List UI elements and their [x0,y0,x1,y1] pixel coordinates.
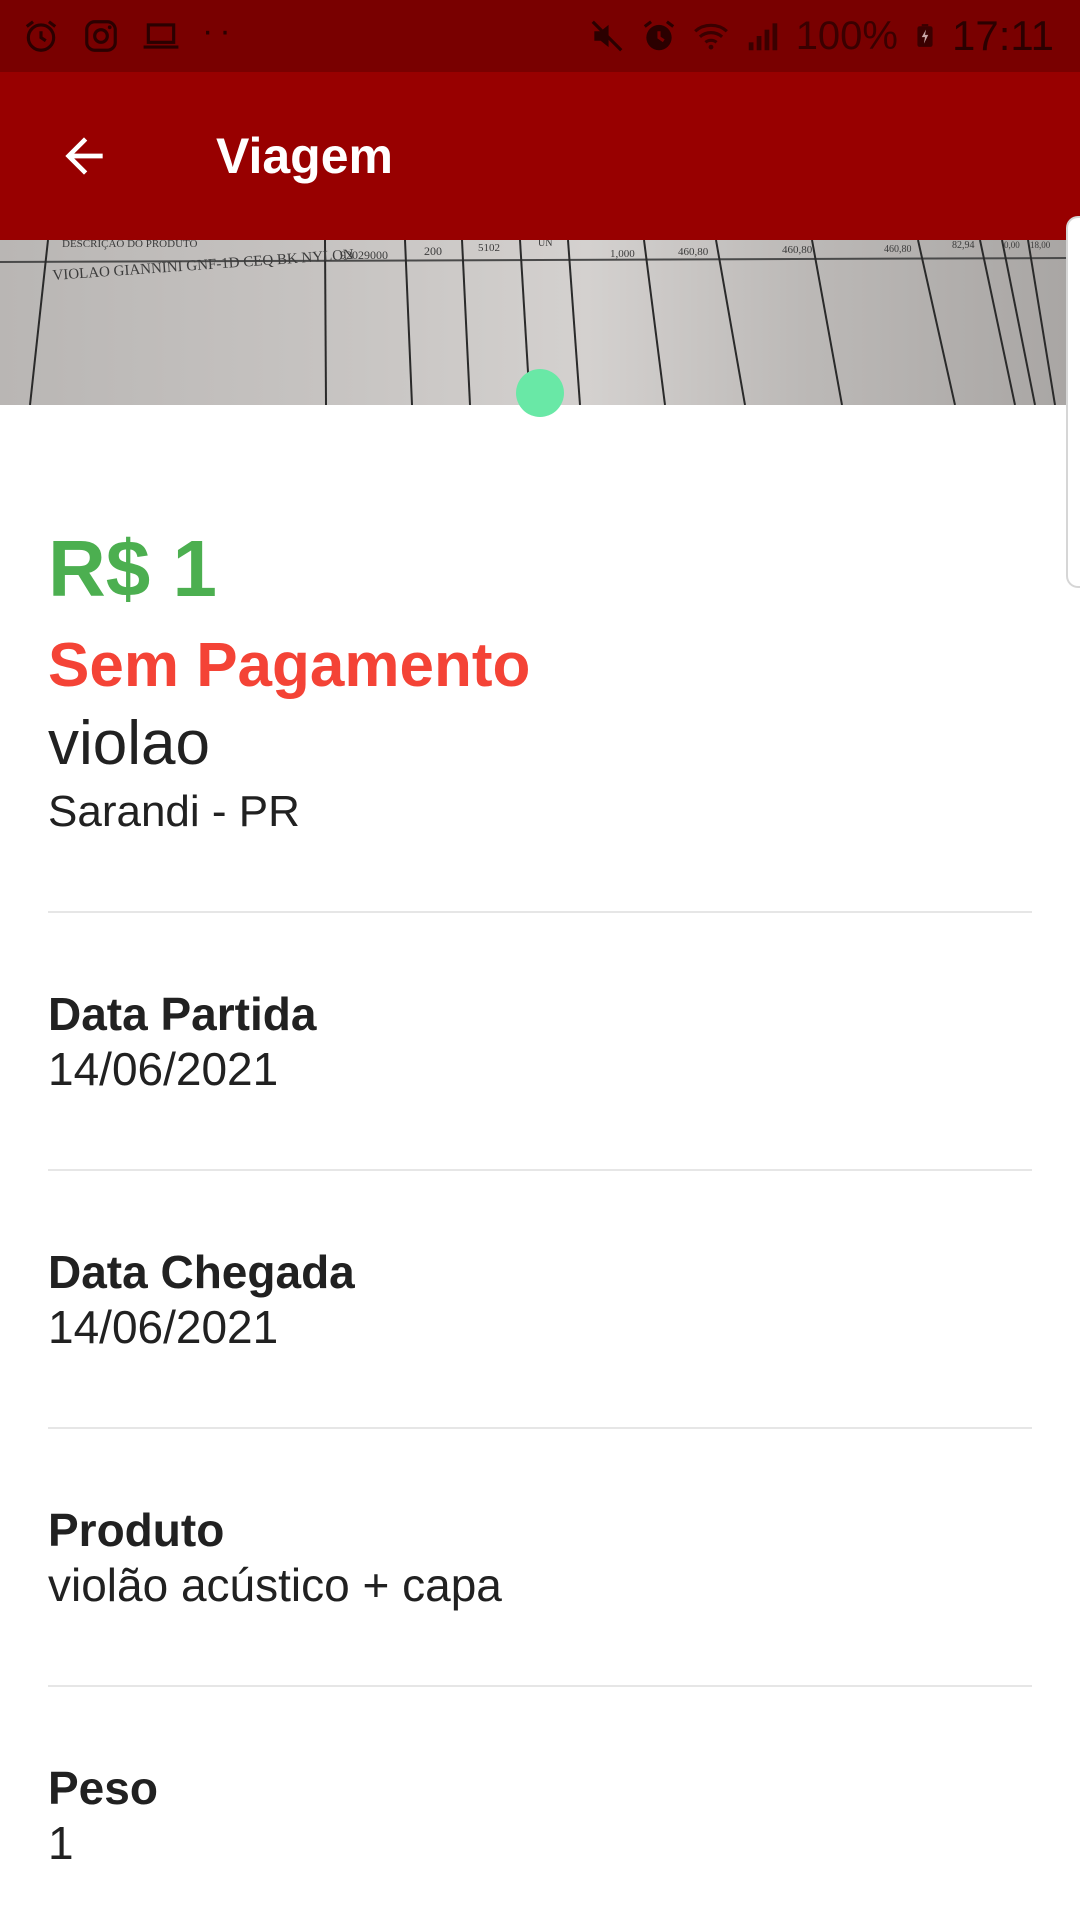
battery-charging-icon [917,24,933,47]
photo-text: 200 [424,244,442,258]
laptop-icon [143,23,179,49]
mute-icon [591,20,623,52]
instagram-icon [85,20,117,52]
field-value-product: violão acústico + capa [48,1559,502,1611]
photo-text: 0,00 [1004,240,1020,250]
divider [48,911,1032,913]
photo-text: 5102 [478,242,500,254]
back-button[interactable] [40,112,128,200]
photo-text: 460,80 [782,244,813,256]
status-right: 100% 17:11 [588,0,1054,72]
trip-name: violao [48,709,210,778]
photo-text: 460,80 [884,244,912,255]
more-notifications-dots: ·· [202,12,237,50]
trip-price: R$ 1 [48,524,217,613]
trip-location: Sarandi - PR [48,787,300,836]
field-label-arrival-date: Data Chegada [48,1246,355,1298]
photo-text: 92029000 [340,248,388,262]
payment-status: Sem Pagamento [48,631,531,700]
arrow-left-icon [65,137,103,175]
alarm-icon [643,20,674,51]
photo-text: DESCRIÇÃO DO PRODUTO [62,240,198,250]
app-bar: Viagem [0,72,1080,240]
signal-icon [748,23,777,51]
status-left: ·· [22,0,237,72]
photo-text: 460,80 [678,246,709,258]
page-title: Viagem [216,128,393,184]
photo-text: UN [538,240,553,249]
alarm-icon [25,20,57,52]
field-label-product: Produto [48,1504,225,1556]
side-edge-panel-handle[interactable] [1066,216,1080,588]
field-value-arrival-date: 14/06/2021 [48,1301,279,1353]
divider [48,1427,1032,1429]
divider [48,1169,1032,1171]
photo-text: 18,00 [1030,240,1051,250]
field-label-departure-date: Data Partida [48,988,317,1040]
photo-page-indicator [516,369,564,417]
status-bar: ·· 100% 17:11 [0,0,1080,72]
field-label-weight: Peso [48,1762,158,1814]
photo-text: 1,000 [610,248,635,260]
field-value-departure-date: 14/06/2021 [48,1043,279,1095]
battery-percent: 100% [795,13,898,58]
divider [48,1685,1032,1687]
wifi-icon [693,23,728,50]
field-value-weight: 1 [48,1817,74,1869]
photo-text: 82,94 [952,240,975,251]
clock: 17:11 [952,12,1054,59]
